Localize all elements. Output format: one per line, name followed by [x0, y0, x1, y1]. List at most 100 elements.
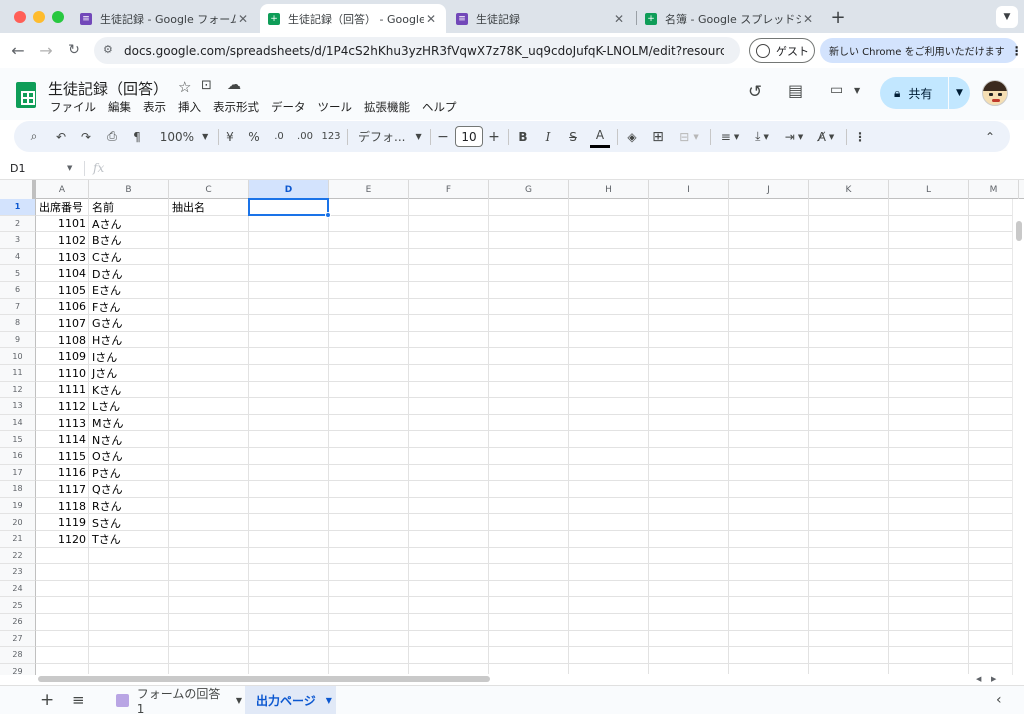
avatar[interactable] [982, 80, 1008, 106]
back-arrow-icon[interactable]: ← [8, 40, 28, 60]
video-call-icon[interactable]: ▭ [830, 82, 843, 98]
table-cell[interactable]: Rさん [89, 498, 169, 515]
column-header-f[interactable]: F [409, 180, 489, 199]
menu-help[interactable]: ヘルプ [416, 99, 463, 115]
row-header[interactable]: 4 [0, 248, 36, 266]
reload-icon[interactable]: ↻ [64, 40, 84, 60]
scroll-right-icon[interactable]: ▶ [991, 675, 996, 683]
table-cell[interactable]: Qさん [89, 481, 169, 498]
row-header[interactable]: 8 [0, 315, 36, 332]
site-settings-icon[interactable]: ⚙ [103, 43, 113, 56]
text-rotation-icon[interactable]: A̸ ▼ [812, 121, 840, 152]
column-header-b[interactable]: B [89, 180, 169, 199]
table-cell[interactable]: 1113 [36, 415, 89, 432]
address-bar[interactable]: ⚙ docs.google.com/spreadsheets/d/1P4cS2h… [94, 37, 740, 64]
row-header[interactable]: 17 [0, 464, 36, 482]
scroll-left-icon[interactable]: ◀ [976, 675, 981, 683]
close-icon[interactable]: ✕ [236, 12, 250, 26]
table-cell[interactable]: 1104 [36, 265, 89, 282]
horizontal-scroll-thumb[interactable] [38, 676, 490, 682]
table-cell[interactable]: Pさん [89, 465, 169, 482]
menu-data[interactable]: データ [265, 99, 312, 115]
tab-search-chevron-icon[interactable]: ▼ [996, 6, 1018, 28]
close-window-button[interactable] [14, 11, 26, 23]
minimize-window-button[interactable] [33, 11, 45, 23]
close-icon[interactable]: ✕ [801, 12, 815, 26]
font-size-input[interactable]: 10 [455, 126, 483, 147]
row-header[interactable]: 28 [0, 647, 36, 664]
table-cell[interactable]: 1115 [36, 448, 89, 465]
row-header[interactable]: 25 [0, 597, 36, 614]
table-cell[interactable]: 1118 [36, 498, 89, 515]
sheet-tab-output[interactable]: 出力ページ ▼ [245, 686, 336, 714]
comment-icon[interactable]: ▤ [788, 81, 803, 100]
row-header[interactable]: 18 [0, 481, 36, 498]
close-icon[interactable]: ✕ [424, 12, 438, 26]
table-cell[interactable]: 1117 [36, 481, 89, 498]
spreadsheet-grid[interactable]: ABCDEFGHIJKLM 1 2 3 4 5 6 7 8 9 10 11 12 13 14 15 16 17 1… [0, 180, 1024, 675]
more-vert-icon[interactable]: ⋮ [1011, 44, 1023, 58]
currency-format-button[interactable]: ¥ [221, 121, 239, 152]
vertical-scroll-thumb[interactable] [1016, 221, 1022, 241]
table-cell[interactable]: 1106 [36, 299, 89, 316]
table-cell[interactable]: Dさん [89, 265, 169, 282]
version-history-icon[interactable]: ↺ [748, 82, 762, 102]
row-header[interactable]: 21 [0, 531, 36, 548]
column-header-k[interactable]: K [809, 180, 889, 199]
table-cell[interactable]: Tさん [89, 531, 169, 548]
share-options-chevron-icon[interactable]: ▼ [948, 77, 970, 109]
share-button[interactable]: 🔒︎ 共有 ▼ [880, 77, 970, 109]
table-cell[interactable]: 1110 [36, 365, 89, 382]
row-header[interactable]: 10 [0, 348, 36, 365]
menu-insert[interactable]: 挿入 [172, 99, 207, 115]
document-title[interactable]: 生徒記録（回答） [48, 78, 168, 99]
table-cell[interactable]: Mさん [89, 415, 169, 432]
percent-format-button[interactable]: % [245, 121, 263, 152]
fill-handle[interactable] [325, 211, 331, 218]
more-vert-icon[interactable]: ⋮ [852, 121, 868, 152]
chevron-down-icon[interactable]: ▼ [236, 696, 242, 705]
table-cell[interactable]: 1107 [36, 315, 89, 332]
column-header-j[interactable]: J [729, 180, 809, 199]
select-all-corner[interactable] [0, 180, 36, 199]
menu-edit[interactable]: 編集 [102, 99, 137, 115]
google-sheets-logo-icon[interactable] [16, 82, 36, 108]
menu-extensions[interactable]: 拡張機能 [358, 99, 416, 115]
browser-tab-roster[interactable]: + 名簿 - Google スプレッドシート ✕ [637, 4, 823, 33]
column-header-c[interactable]: C [169, 180, 249, 199]
table-cell[interactable]: Sさん [89, 514, 169, 531]
collapse-menu-chevron-up-icon[interactable]: ⌃ [980, 121, 1000, 152]
table-cell[interactable]: Lさん [89, 398, 169, 415]
table-cell[interactable]: 1112 [36, 398, 89, 415]
chevron-down-icon[interactable]: ▼ [67, 164, 72, 172]
table-cell[interactable]: Oさん [89, 448, 169, 465]
column-header-h[interactable]: H [569, 180, 649, 199]
row-header[interactable]: 26 [0, 614, 36, 631]
search-menus-icon[interactable]: ⌕ [24, 121, 44, 152]
table-cell[interactable]: 1108 [36, 332, 89, 349]
row-header[interactable]: 27 [0, 630, 36, 648]
merge-cells-icon[interactable]: ⊟ ▼ [674, 121, 704, 152]
menu-file[interactable]: ファイル [44, 99, 102, 115]
chevron-down-icon[interactable]: ▼ [854, 86, 860, 95]
table-cell[interactable]: 1109 [36, 348, 89, 365]
table-cell[interactable]: 名前 [89, 199, 169, 216]
formula-input[interactable] [116, 161, 996, 177]
decrease-decimal-button[interactable]: .0 [269, 121, 289, 152]
menu-view[interactable]: 表示 [137, 99, 172, 115]
table-cell[interactable]: 抽出名 [169, 199, 249, 216]
undo-icon[interactable]: ↶ [51, 121, 71, 152]
column-header-i[interactable]: I [649, 180, 729, 199]
column-header-d[interactable]: D [249, 180, 329, 199]
row-header[interactable]: 14 [0, 414, 36, 432]
new-tab-button[interactable]: + [828, 7, 848, 28]
table-cell[interactable]: 1116 [36, 465, 89, 482]
table-cell[interactable]: 1101 [36, 216, 89, 233]
browser-tab-forms[interactable]: ≡ 生徒記録 - Google フォーム ✕ [72, 4, 258, 33]
paint-format-icon[interactable]: ¶ [127, 121, 147, 152]
table-cell[interactable]: 出席番号 [36, 199, 89, 216]
borders-icon[interactable]: ⊞ [648, 121, 668, 152]
column-header-l[interactable]: L [889, 180, 969, 199]
horizontal-align-icon[interactable]: ≡ ▼ [716, 121, 744, 152]
menu-format[interactable]: 表示形式 [207, 99, 265, 115]
